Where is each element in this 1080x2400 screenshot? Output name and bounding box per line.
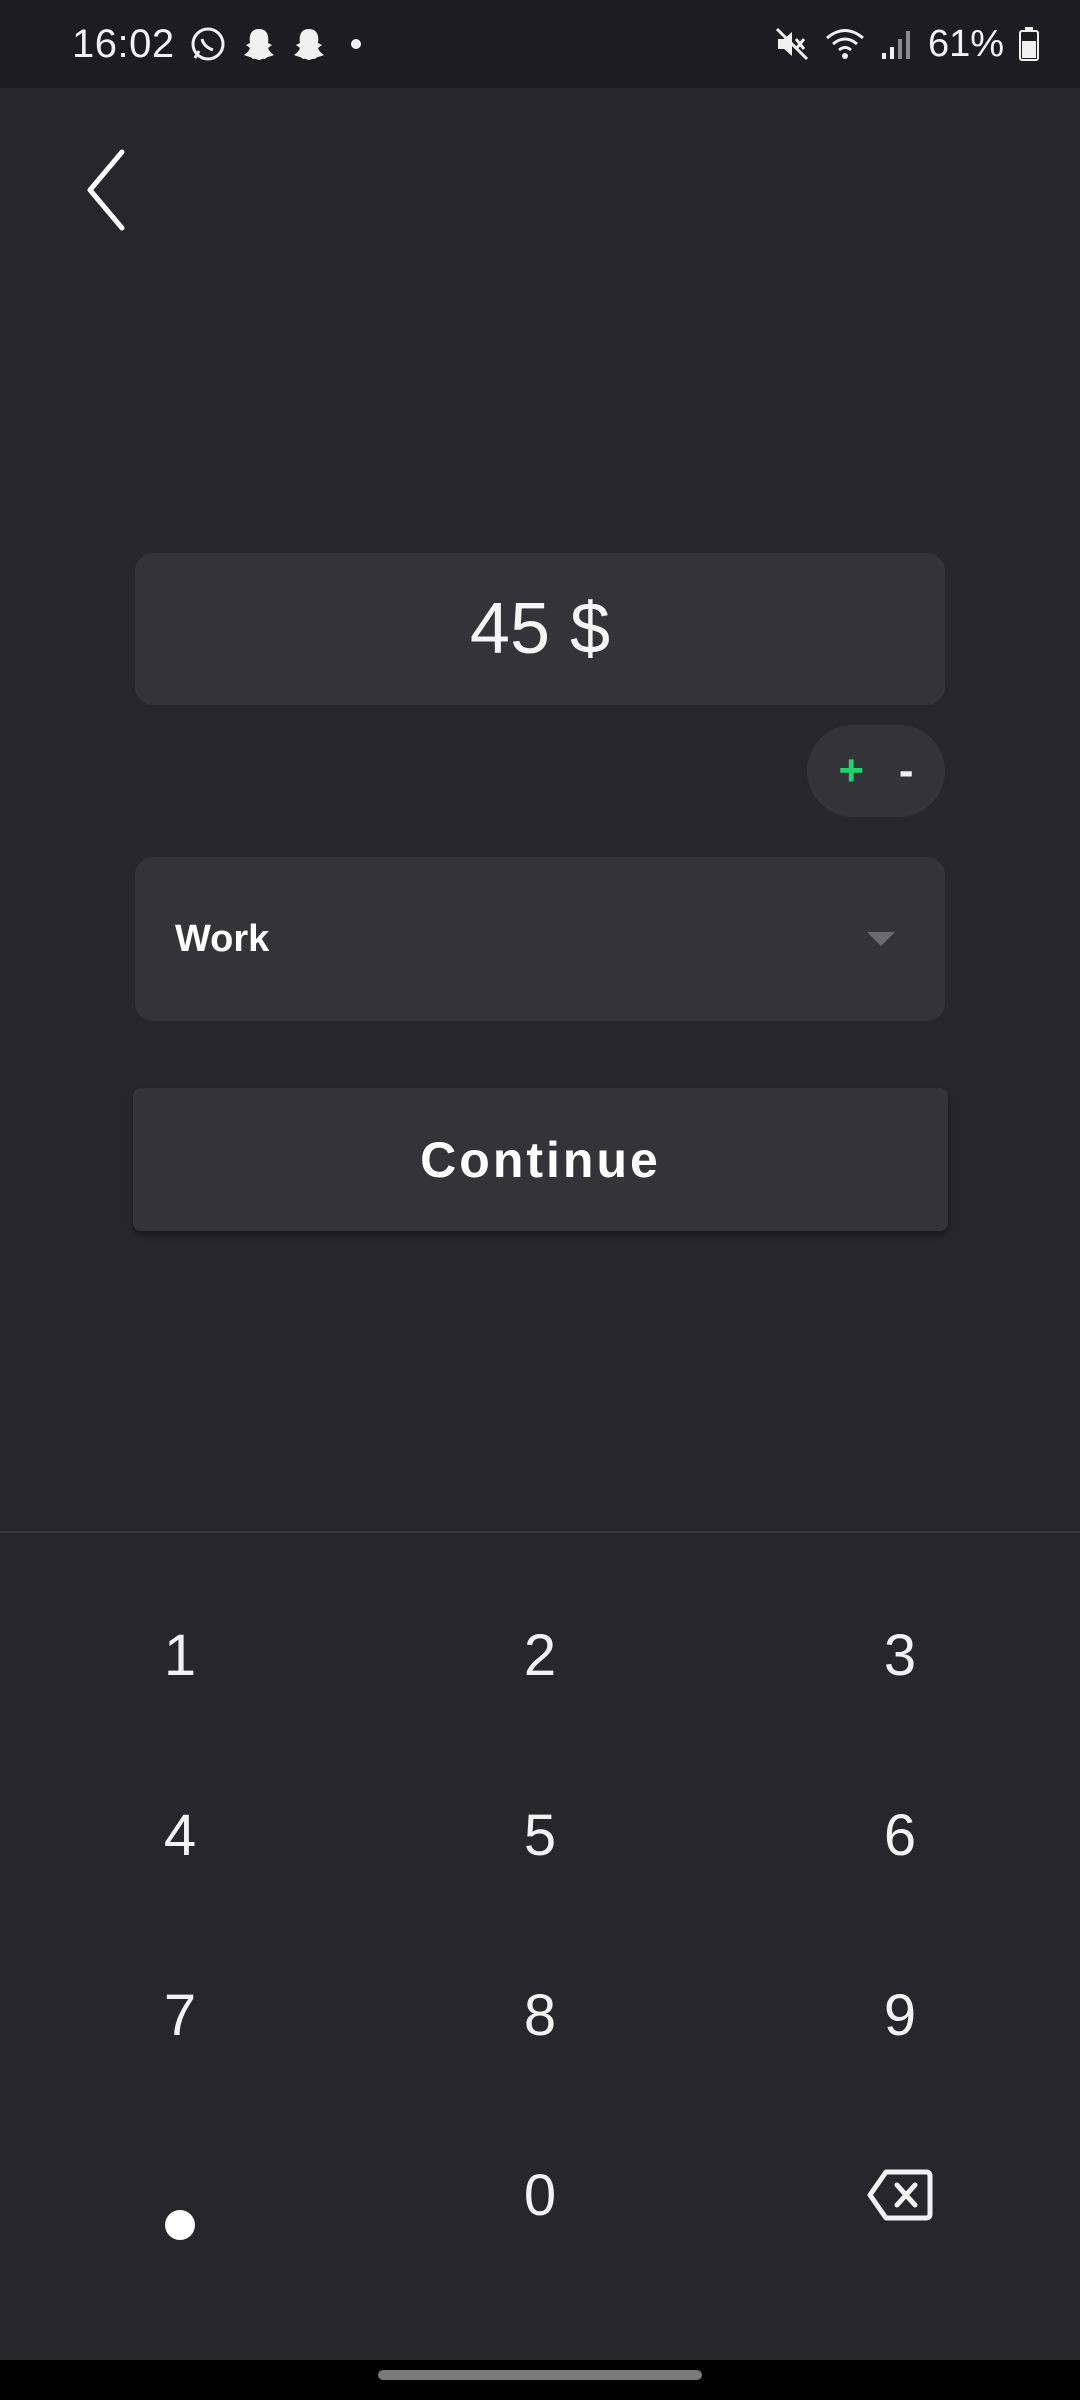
key-decimal[interactable] — [0, 2105, 360, 2285]
key-5[interactable]: 5 — [360, 1745, 720, 1925]
key-7[interactable]: 7 — [0, 1925, 360, 2105]
battery-icon — [1018, 26, 1040, 62]
dot-icon — [341, 29, 371, 59]
sign-toggle: + - — [807, 725, 945, 817]
key-6[interactable]: 6 — [720, 1745, 1080, 1925]
continue-label: Continue — [420, 1131, 661, 1188]
key-4[interactable]: 4 — [0, 1745, 360, 1925]
whatsapp-icon — [189, 25, 227, 63]
battery-percent: 61% — [927, 22, 1004, 65]
key-0[interactable]: 0 — [360, 2105, 720, 2285]
navigation-bar — [0, 2360, 1080, 2400]
chevron-left-icon — [87, 149, 125, 231]
status-bar: 16:02 61% — [0, 0, 1080, 88]
screen: 16:02 61% 45 $ + - Work Continue 1 2 3 4… — [0, 0, 1080, 2400]
key-2[interactable]: 2 — [360, 1565, 720, 1745]
key-1[interactable]: 1 — [0, 1565, 360, 1745]
key-3[interactable]: 3 — [720, 1565, 1080, 1745]
backspace-icon — [867, 2169, 933, 2221]
wifi-icon — [824, 26, 866, 62]
amount-value: 45 — [469, 589, 551, 669]
signal-icon — [880, 27, 914, 61]
amount-field[interactable]: 45 $ — [135, 553, 945, 705]
dot-icon — [165, 2210, 195, 2240]
back-button[interactable] — [66, 140, 146, 240]
status-left: 16:02 — [72, 22, 371, 67]
category-value: Work — [175, 917, 270, 960]
key-9[interactable]: 9 — [720, 1925, 1080, 2105]
key-backspace[interactable] — [720, 2105, 1080, 2285]
snapchat-icon — [291, 25, 327, 63]
keypad-divider — [0, 1531, 1080, 1533]
snapchat-icon — [241, 25, 277, 63]
amount-currency: $ — [570, 589, 611, 669]
category-select[interactable]: Work — [135, 857, 945, 1021]
key-8[interactable]: 8 — [360, 1925, 720, 2105]
plus-button[interactable]: + — [838, 746, 864, 796]
numeric-keypad: 1 2 3 4 5 6 7 8 9 0 — [0, 1565, 1080, 2285]
status-time: 16:02 — [72, 21, 175, 66]
status-right: 61% — [774, 23, 1040, 66]
continue-button[interactable]: Continue — [133, 1088, 948, 1231]
dropdown-caret-icon — [867, 932, 895, 946]
mute-icon — [774, 26, 810, 62]
minus-button[interactable]: - — [899, 746, 914, 796]
home-indicator[interactable] — [378, 2370, 702, 2380]
